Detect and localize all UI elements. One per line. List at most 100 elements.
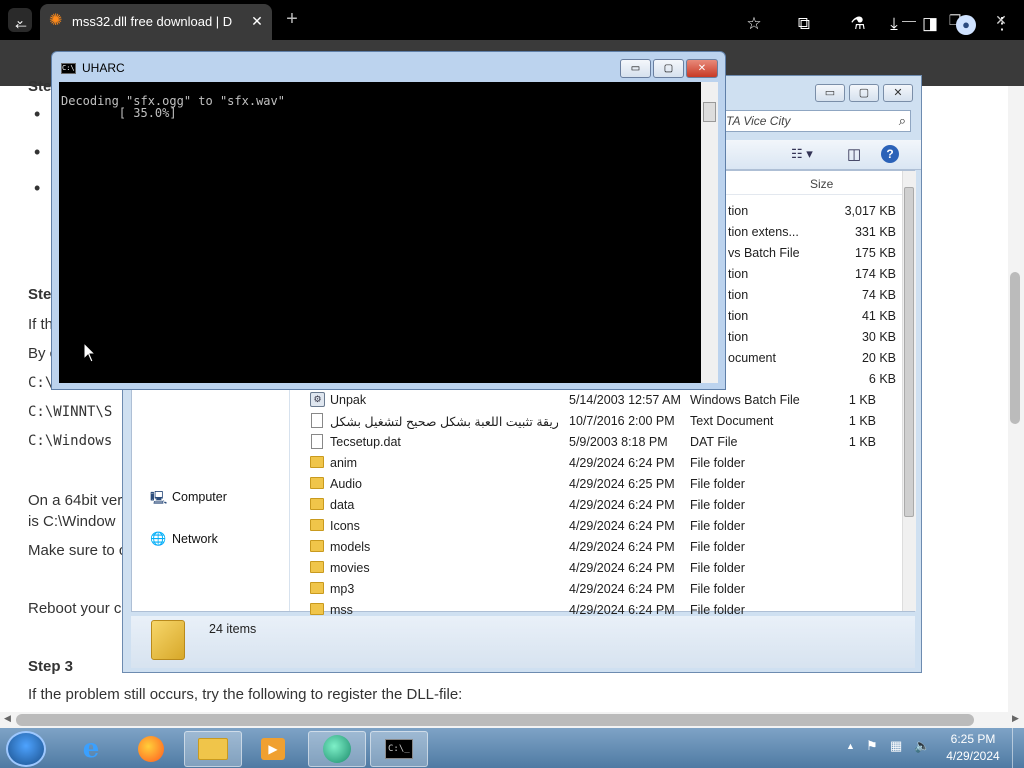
taskbar-media-player-icon[interactable]: ▶ — [244, 731, 302, 767]
clock[interactable]: 6:25 PM 4/29/2024 — [938, 732, 1008, 763]
action-center-flag-icon[interactable]: ⚑ — [866, 738, 878, 754]
explorer-close-button[interactable]: ✕ — [883, 84, 913, 102]
column-size[interactable]: Size — [810, 177, 833, 191]
back-arrow-icon[interactable]: ← — [12, 12, 34, 34]
scroll-left-arrow-icon[interactable]: ◀ — [4, 713, 11, 724]
file-name: anim — [330, 456, 358, 470]
file-row[interactable]: Audio 4/29/2024 6:25 PM File folder — [310, 474, 910, 495]
console-window: C:\ UHARC ▭ ▢ ✕ Decoding "sfx.ogg" to "s… — [51, 51, 726, 390]
file-type: tion — [728, 204, 749, 218]
download-icon[interactable]: ⤓ — [882, 12, 906, 36]
scroll-right-arrow-icon[interactable]: ▶ — [1012, 713, 1019, 724]
file-type: File folder — [690, 456, 745, 470]
file-size: 6 KB — [868, 372, 896, 386]
file-size: 20 KB — [861, 351, 896, 365]
file-size: 1 KB — [848, 393, 876, 407]
file-name: movies — [330, 561, 370, 575]
file-size: 331 KB — [854, 225, 896, 239]
paragraph-text: If th — [28, 316, 54, 333]
preview-pane-icon[interactable]: ◫ — [847, 145, 861, 163]
console-minimize-button[interactable]: ▭ — [620, 59, 651, 78]
step-heading-partial: Ste — [28, 78, 52, 95]
clock-time: 6:25 PM — [950, 732, 996, 746]
explorer-search-input[interactable]: TA Vice City ⌕ — [721, 110, 911, 132]
file-date: 4/29/2024 6:24 PM — [569, 498, 675, 512]
labs-flask-icon[interactable]: ⚗ — [846, 12, 870, 36]
file-date: 4/29/2024 6:24 PM — [569, 456, 675, 470]
paragraph-text: is C:\Window — [28, 513, 116, 530]
extensions-puzzle-icon[interactable]: ⧉ — [792, 12, 816, 36]
console-maximize-button[interactable]: ▢ — [653, 59, 684, 78]
side-panel-icon[interactable]: ◨ — [918, 12, 942, 36]
file-row[interactable]: models 4/29/2024 6:24 PM File folder — [310, 537, 910, 558]
profile-avatar-icon[interactable]: ● — [954, 12, 978, 36]
page-horizontal-scroll-thumb[interactable] — [16, 714, 974, 726]
console-scroll-thumb[interactable] — [703, 102, 716, 122]
tab-close-icon[interactable]: ✕ — [248, 12, 266, 30]
file-row[interactable]: mp3 4/29/2024 6:24 PM File folder — [310, 579, 910, 600]
file-size: 174 KB — [854, 267, 896, 281]
nav-item-network[interactable]: Network — [172, 532, 218, 546]
file-type: DAT File — [690, 435, 738, 449]
computer-icon: 🖳 — [150, 490, 168, 505]
path-code: C:\ — [28, 375, 54, 391]
file-row[interactable]: Tecsetup.dat 5/9/2003 8:18 PM DAT File 1 KB — [310, 432, 910, 453]
file-row[interactable]: Icons 4/29/2024 6:24 PM File folder — [310, 516, 910, 537]
file-type: tion — [728, 330, 749, 344]
file-size: 30 KB — [861, 330, 896, 344]
folder-icon — [310, 603, 324, 615]
file-type: tion — [728, 288, 749, 302]
new-tab-button[interactable]: + — [282, 8, 302, 30]
mouse-cursor-icon — [83, 342, 97, 363]
page-vertical-scroll-thumb[interactable] — [1010, 272, 1020, 424]
nav-item-computer[interactable]: Computer — [172, 490, 227, 504]
show-desktop-button[interactable] — [1012, 728, 1024, 768]
start-button[interactable] — [6, 731, 46, 767]
bookmark-star-icon[interactable]: ☆ — [742, 12, 766, 36]
folder-icon — [310, 561, 324, 573]
network-icon: 🌐 — [150, 531, 167, 546]
document-icon — [311, 413, 323, 428]
file-row[interactable]: data 4/29/2024 6:24 PM File folder — [310, 495, 910, 516]
help-icon[interactable]: ? — [881, 145, 899, 163]
explorer-maximize-button[interactable]: ▢ — [849, 84, 879, 102]
file-size: 74 KB — [861, 288, 896, 302]
volume-muted-icon[interactable]: 🔈 — [914, 738, 930, 754]
explorer-scroll-thumb[interactable] — [904, 187, 914, 517]
search-icon[interactable]: ⌕ — [899, 113, 906, 129]
browser-tab-active[interactable]: ✺ mss32.dll free download | DLL ✕ — [40, 4, 272, 40]
file-row[interactable]: movies 4/29/2024 6:24 PM File folder — [310, 558, 910, 579]
file-date: 5/9/2003 8:18 PM — [569, 435, 668, 449]
file-row[interactable]: طريقة تثبيت اللعبة بشكل صحيح لتشغيل بشكل… — [310, 411, 910, 432]
explorer-minimize-button[interactable]: ▭ — [815, 84, 845, 102]
explorer-status-bar: 24 items — [131, 616, 915, 668]
network-tray-icon[interactable]: ▦ — [890, 738, 902, 754]
search-text: TA Vice City — [726, 114, 791, 128]
console-close-button[interactable]: ✕ — [686, 59, 718, 78]
step-heading-partial: Ste — [28, 286, 52, 303]
console-output[interactable]: Decoding "sfx.ogg" to "sfx.wav" [ 35.0%] — [59, 82, 701, 383]
file-row[interactable]: ⚙ Unpak 5/14/2003 12:57 AM Windows Batch Fi… — [310, 390, 910, 411]
taskbar-console-icon[interactable]: C:\_ — [370, 731, 428, 767]
file-size: 175 KB — [854, 246, 896, 260]
step3-text: If the problem still occurs, try the fol… — [28, 686, 463, 703]
batch-file-icon: ⚙ — [310, 392, 325, 407]
file-type: Text Document — [690, 414, 774, 428]
file-type: tion extens... — [728, 225, 799, 239]
file-name: طريقة تثبيت اللعبة بشكل صحيح لتشغيل بشكل… — [330, 415, 558, 429]
view-options-icon[interactable]: ☷ ▾ — [791, 146, 813, 162]
console-scrollbar[interactable] — [701, 82, 718, 383]
list-bullet: • — [34, 104, 41, 124]
file-name: Tecsetup.dat — [330, 435, 401, 449]
taskbar-internet-explorer-icon[interactable]: e — [62, 731, 120, 767]
file-row[interactable]: anim 4/29/2024 6:24 PM File folder — [310, 453, 910, 474]
console-app-icon: C:\ — [61, 63, 76, 74]
browser-menu-icon[interactable]: ⋮ — [990, 12, 1014, 36]
folder-icon — [310, 477, 324, 489]
console-progress-line: [ 35.0%] — [61, 106, 177, 120]
folder-icon — [151, 620, 185, 660]
taskbar-explorer-icon[interactable] — [184, 731, 242, 767]
taskbar-firefox-icon[interactable] — [122, 731, 180, 767]
taskbar-installer-icon[interactable] — [308, 731, 366, 767]
show-hidden-icons-icon[interactable]: ▲ — [846, 741, 855, 751]
